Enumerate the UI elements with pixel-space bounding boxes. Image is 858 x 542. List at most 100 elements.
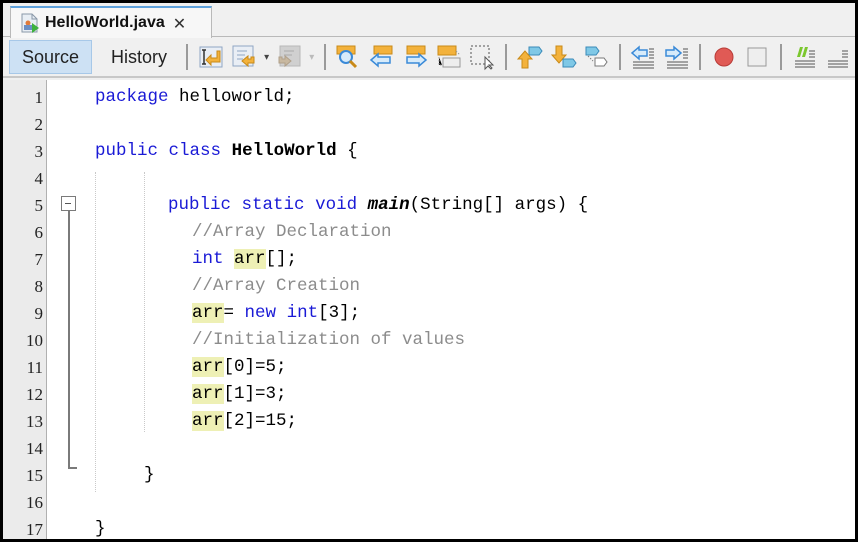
code-text: //Array Declaration xyxy=(192,219,392,246)
keyword-token: public xyxy=(168,195,232,215)
uncomment-icon[interactable] xyxy=(824,42,853,72)
line-number: 15 xyxy=(26,466,43,485)
code-token: HelloWorld xyxy=(231,141,337,161)
previous-bookmark-icon[interactable] xyxy=(515,42,544,72)
code-token: [1]=3; xyxy=(223,384,287,404)
line-number: 5 xyxy=(34,196,44,215)
forward-icon xyxy=(275,42,304,72)
code-token: } xyxy=(95,519,106,539)
code-line[interactable]: 4 xyxy=(3,165,855,192)
code-line[interactable]: 2 xyxy=(3,111,855,138)
code-editor[interactable]: 1 package helloworld; 2 3 public class Hello… xyxy=(3,80,855,539)
keyword-token: package xyxy=(95,87,169,107)
code-line[interactable]: 13 arr[2]=15; xyxy=(3,408,855,435)
code-line[interactable]: 15} xyxy=(3,462,855,489)
comment-token: //Array Creation xyxy=(192,276,361,296)
highlighted-identifier: arr xyxy=(234,249,266,269)
toolbar-separator xyxy=(699,44,702,70)
toggle-rectangular-selection-icon[interactable] xyxy=(467,42,496,72)
editor-toolbar: Source History ▾ ▾ xyxy=(3,38,855,78)
find-next-icon[interactable] xyxy=(400,42,429,72)
stop-macro-icon[interactable] xyxy=(743,42,772,72)
code-line[interactable]: 5 public static void main(String[] args) … xyxy=(3,192,855,219)
code-line[interactable]: 12 arr[1]=3; xyxy=(3,381,855,408)
highlighted-identifier: arr xyxy=(192,303,224,323)
toolbar-separator xyxy=(504,44,507,70)
line-number: 13 xyxy=(26,412,43,431)
line-number: 8 xyxy=(34,277,44,296)
line-number: 10 xyxy=(26,331,43,350)
code-text: public static void main(String[] args) { xyxy=(168,192,588,219)
code-line[interactable]: 8 //Array Creation xyxy=(3,273,855,300)
code-text: //Array Creation xyxy=(192,273,360,300)
highlighted-identifier: arr xyxy=(192,384,224,404)
code-token: [3]; xyxy=(318,303,361,323)
code-line[interactable]: 11 arr[0]=5; xyxy=(3,354,855,381)
code-token: []; xyxy=(265,249,298,269)
code-text: int arr[]; xyxy=(192,246,297,273)
toolbar-separator xyxy=(618,44,621,70)
code-line[interactable]: 14 xyxy=(3,435,855,462)
comment-token: //Initialization of values xyxy=(192,330,466,350)
source-button[interactable]: Source xyxy=(9,40,93,74)
last-edit-icon[interactable] xyxy=(196,42,225,72)
find-previous-icon[interactable] xyxy=(367,42,396,72)
line-number: 16 xyxy=(26,493,43,512)
keyword-token: void xyxy=(315,195,358,215)
history-button[interactable]: History xyxy=(98,40,180,74)
keyword-token: new xyxy=(244,303,277,323)
code-text: } xyxy=(95,516,106,539)
close-icon[interactable]: ✕ xyxy=(173,14,186,33)
code-token: helloworld; xyxy=(168,87,295,107)
keyword-token: int xyxy=(192,249,224,269)
next-bookmark-icon[interactable] xyxy=(548,42,577,72)
code-line[interactable]: 6 //Array Declaration xyxy=(3,219,855,246)
shift-left-icon[interactable] xyxy=(629,42,658,72)
code-line[interactable]: 3 public class HelloWorld { xyxy=(3,138,855,165)
code-line[interactable]: 16 xyxy=(3,489,855,516)
code-line[interactable]: 9 arr= new int[3]; xyxy=(3,300,855,327)
keyword-token: class xyxy=(168,141,222,161)
line-number: 9 xyxy=(34,304,44,323)
line-number: 12 xyxy=(26,385,43,404)
toolbar-separator xyxy=(323,44,326,70)
toggle-bookmark-icon[interactable] xyxy=(581,42,610,72)
keyword-token: static xyxy=(241,195,305,215)
line-number: 2 xyxy=(34,115,44,134)
code-line[interactable]: 10 //Initialization of values xyxy=(3,327,855,354)
code-line[interactable]: 1 package helloworld; xyxy=(3,84,855,111)
line-number: 3 xyxy=(34,142,44,161)
back-icon[interactable] xyxy=(229,42,258,72)
line-number: 17 xyxy=(26,520,43,539)
code-text: } xyxy=(144,462,155,489)
toggle-highlight-icon[interactable] xyxy=(434,42,463,72)
java-file-icon xyxy=(19,12,41,34)
line-number: 7 xyxy=(34,250,44,269)
start-macro-icon[interactable] xyxy=(709,42,738,72)
code-token: [2]=15; xyxy=(223,411,298,431)
code-text: arr[1]=3; xyxy=(192,381,287,408)
comment-icon[interactable] xyxy=(790,42,819,72)
shift-right-icon[interactable] xyxy=(662,42,691,72)
tab-helloworld-java[interactable]: HelloWorld.java ✕ xyxy=(10,6,212,38)
toolbar-separator xyxy=(780,44,783,70)
code-token: main xyxy=(367,195,410,215)
find-selection-icon[interactable] xyxy=(334,42,363,72)
line-number: 1 xyxy=(34,88,44,107)
tab-bar: HelloWorld.java ✕ xyxy=(3,3,855,38)
code-line[interactable]: 17} xyxy=(3,516,855,539)
code-text: arr= new int[3]; xyxy=(192,300,360,327)
back-dropdown-icon[interactable]: ▾ xyxy=(261,42,273,72)
code-line[interactable]: 7 int arr[]; xyxy=(3,246,855,273)
code-token: (String[] args) { xyxy=(409,195,589,215)
line-number: 6 xyxy=(34,223,44,242)
keyword-token: int xyxy=(286,303,319,323)
code-token: { xyxy=(336,141,358,161)
code-text: //Initialization of values xyxy=(192,327,465,354)
